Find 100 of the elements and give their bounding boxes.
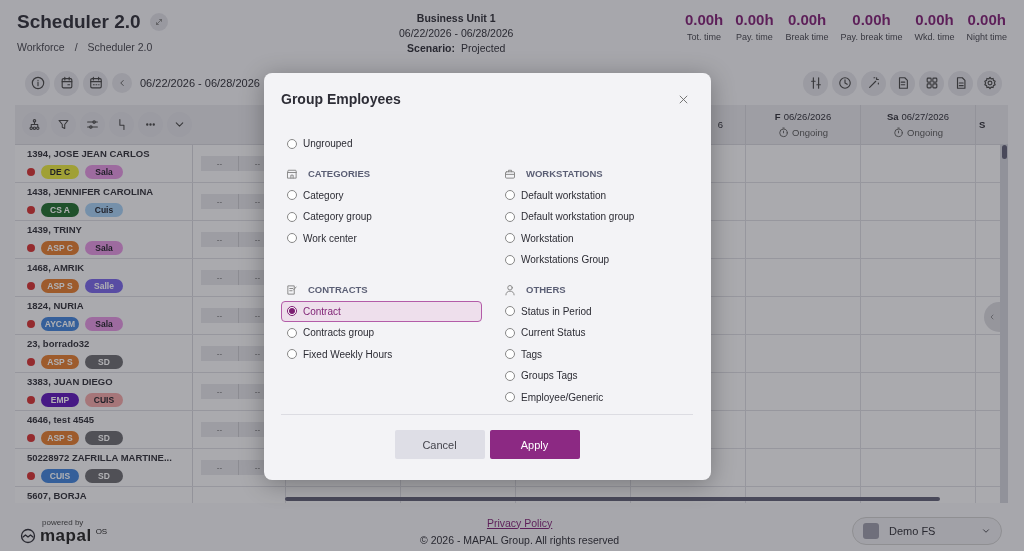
shift-cell[interactable]: -- — [201, 422, 238, 437]
toolbar-button[interactable] — [861, 70, 886, 96]
breadcrumb-current: Scheduler 2.0 — [87, 41, 153, 53]
account-dropdown[interactable]: Demo FS — [852, 517, 1002, 545]
toolbar-button[interactable] — [948, 70, 973, 96]
tag: Sala — [85, 241, 123, 255]
brand-suffix: OS — [95, 527, 108, 536]
settings-icon — [982, 76, 997, 90]
radio-option[interactable]: Fixed Weekly Hours — [281, 343, 482, 365]
radio-option[interactable]: Category group — [281, 206, 482, 228]
shift-cell[interactable]: -- — [201, 194, 238, 209]
radio-option[interactable]: Work center — [281, 227, 482, 249]
expand-button[interactable] — [149, 13, 168, 31]
toolbar-button[interactable] — [54, 70, 79, 96]
horizontal-scrollbar[interactable] — [285, 497, 940, 501]
radio-option[interactable]: Contracts group — [281, 322, 482, 344]
tag: Salle — [85, 279, 123, 293]
radio-button[interactable] — [287, 233, 297, 244]
person-icon — [504, 283, 516, 296]
dialog-title: Group Employees — [281, 91, 401, 107]
radio-button[interactable] — [287, 306, 297, 317]
stat-label: Tot. time — [687, 32, 722, 42]
toolbar-button[interactable] — [803, 70, 828, 96]
radio-option[interactable]: Default workstation group — [499, 206, 700, 228]
tag: SD — [85, 355, 123, 369]
stat-value: 0.00h — [915, 11, 954, 28]
tag: CS A — [41, 203, 79, 217]
chevron-down-icon — [981, 526, 991, 536]
vertical-scrollbar[interactable] — [1000, 144, 1008, 503]
tag: ASP S — [41, 431, 79, 445]
close-button[interactable] — [678, 93, 689, 105]
cancel-button[interactable]: Cancel — [394, 430, 485, 459]
radio-button[interactable] — [505, 349, 515, 360]
sliders-icon — [808, 76, 823, 90]
calendar-icon — [88, 76, 103, 90]
shift-cell[interactable]: -- — [201, 270, 238, 285]
radio-button[interactable] — [505, 370, 515, 381]
shift-cell[interactable]: -- — [201, 460, 238, 475]
radio-button[interactable] — [505, 211, 515, 222]
shift-cell[interactable]: -- — [201, 346, 238, 361]
radio-option[interactable]: Category — [281, 184, 482, 206]
section-title: OTHERS — [526, 284, 566, 295]
radio-option[interactable]: Status in Period — [499, 300, 700, 322]
section-title: CATEGORIES — [308, 168, 371, 179]
shift-cell[interactable]: -- — [201, 232, 238, 247]
shift-cell[interactable]: -- — [201, 308, 238, 323]
stat-label: Break time — [785, 32, 829, 42]
employee-name: 1394, JOSE JEAN CARLOS — [27, 148, 151, 160]
radio-button[interactable] — [287, 211, 297, 222]
stat-value: 0.00h — [787, 11, 827, 28]
radio-button[interactable] — [287, 327, 297, 338]
grid-icon — [924, 76, 939, 90]
shift-cell[interactable]: -- — [201, 384, 238, 399]
radio-option[interactable]: Default workstation — [499, 184, 700, 206]
magic-wand-icon — [866, 76, 881, 90]
radio-button[interactable] — [505, 306, 515, 317]
toolbar-button[interactable] — [890, 70, 915, 96]
toolbar-button[interactable] — [832, 70, 857, 96]
stat-value: 0.00h — [735, 11, 774, 28]
business-unit: Business Unit 1 — [415, 11, 497, 26]
period-text: 06/22/2026 - 06/28/2026 — [399, 26, 514, 41]
radio-button[interactable] — [505, 327, 515, 338]
toolbar-button[interactable] — [977, 70, 1002, 96]
breadcrumb-link[interactable]: Workforce — [17, 41, 65, 53]
radio-option[interactable]: Workstation — [499, 227, 700, 249]
breadcrumb-separator: / — [74, 41, 78, 53]
clock-icon — [778, 127, 790, 138]
radio-button[interactable] — [287, 190, 297, 201]
radio-option[interactable]: Contract — [281, 300, 482, 322]
toolbar-button[interactable] — [25, 70, 50, 96]
radio-button[interactable] — [287, 138, 297, 149]
radio-option[interactable]: Tags — [499, 343, 700, 365]
radio-option[interactable]: Current Status — [499, 322, 700, 344]
tag: Sala — [85, 317, 123, 331]
employee-name: 50228972 ZAFRILLA MARTINE... — [27, 452, 173, 464]
apply-button[interactable]: Apply — [489, 430, 580, 459]
toolbar-button[interactable] — [919, 70, 944, 96]
copyright-text: © 2026 - MAPAL Group. All rights reserved — [420, 533, 620, 546]
toolbar-button[interactable] — [83, 70, 108, 96]
tag: Sala — [85, 165, 123, 179]
shift-cell[interactable]: -- — [201, 156, 238, 171]
radio-button[interactable] — [505, 392, 515, 403]
radio-option[interactable]: Groups Tags — [499, 365, 700, 387]
privacy-link[interactable]: Privacy Policy — [486, 516, 553, 529]
employee-name: 1439, TRINY — [27, 224, 83, 236]
tag: SD — [85, 469, 123, 483]
radio-button[interactable] — [505, 190, 515, 201]
radio-option[interactable]: Workstations Group — [499, 249, 700, 271]
radio-button[interactable] — [505, 254, 515, 265]
radio-button[interactable] — [287, 349, 297, 360]
employee-name: 3383, JUAN DIEGO — [27, 376, 114, 388]
radio-option[interactable]: Employee/Generic — [499, 386, 700, 408]
section-title: CONTRACTS — [308, 284, 368, 295]
clock-icon — [893, 127, 905, 138]
filter-icon — [57, 118, 70, 131]
radio-option[interactable]: Ungrouped — [281, 133, 482, 155]
sliders-icon — [86, 118, 99, 131]
radio-button[interactable] — [505, 233, 515, 244]
tag: ASP S — [41, 279, 79, 293]
tag: SD — [85, 431, 123, 445]
